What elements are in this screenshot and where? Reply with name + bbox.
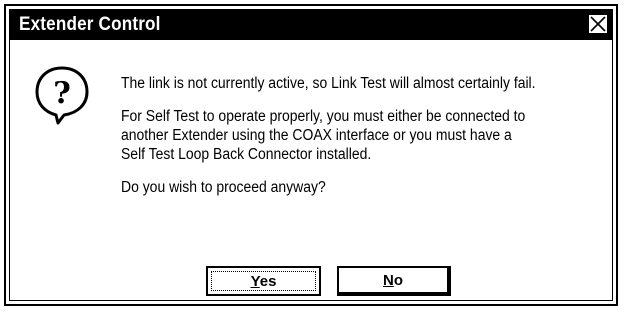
no-button[interactable]: No xyxy=(337,266,451,296)
window-title: Extender Control xyxy=(19,14,161,35)
question-glyph: ? xyxy=(53,76,71,111)
dialog-frame: Extender Control ? The link is not curre… xyxy=(9,9,613,301)
no-button-label: No xyxy=(382,271,403,289)
close-x-icon xyxy=(590,16,606,32)
message-line-prompt: Do you wish to proceed anyway? xyxy=(121,179,326,196)
title-bar[interactable]: Extender Control xyxy=(10,10,612,40)
message-line-self-test-requirements: For Self Test to operate properly, you m… xyxy=(121,108,526,163)
dialog-window: Extender Control ? The link is not curre… xyxy=(4,4,618,306)
message-line-link-status: The link is not currently active, so Lin… xyxy=(121,75,536,92)
close-button[interactable] xyxy=(587,13,609,35)
question-balloon-icon: ? xyxy=(35,66,89,125)
focus-ring xyxy=(211,271,316,291)
yes-button[interactable]: Yes xyxy=(206,266,321,296)
message-text: The link is not currently active, so Lin… xyxy=(121,74,571,211)
